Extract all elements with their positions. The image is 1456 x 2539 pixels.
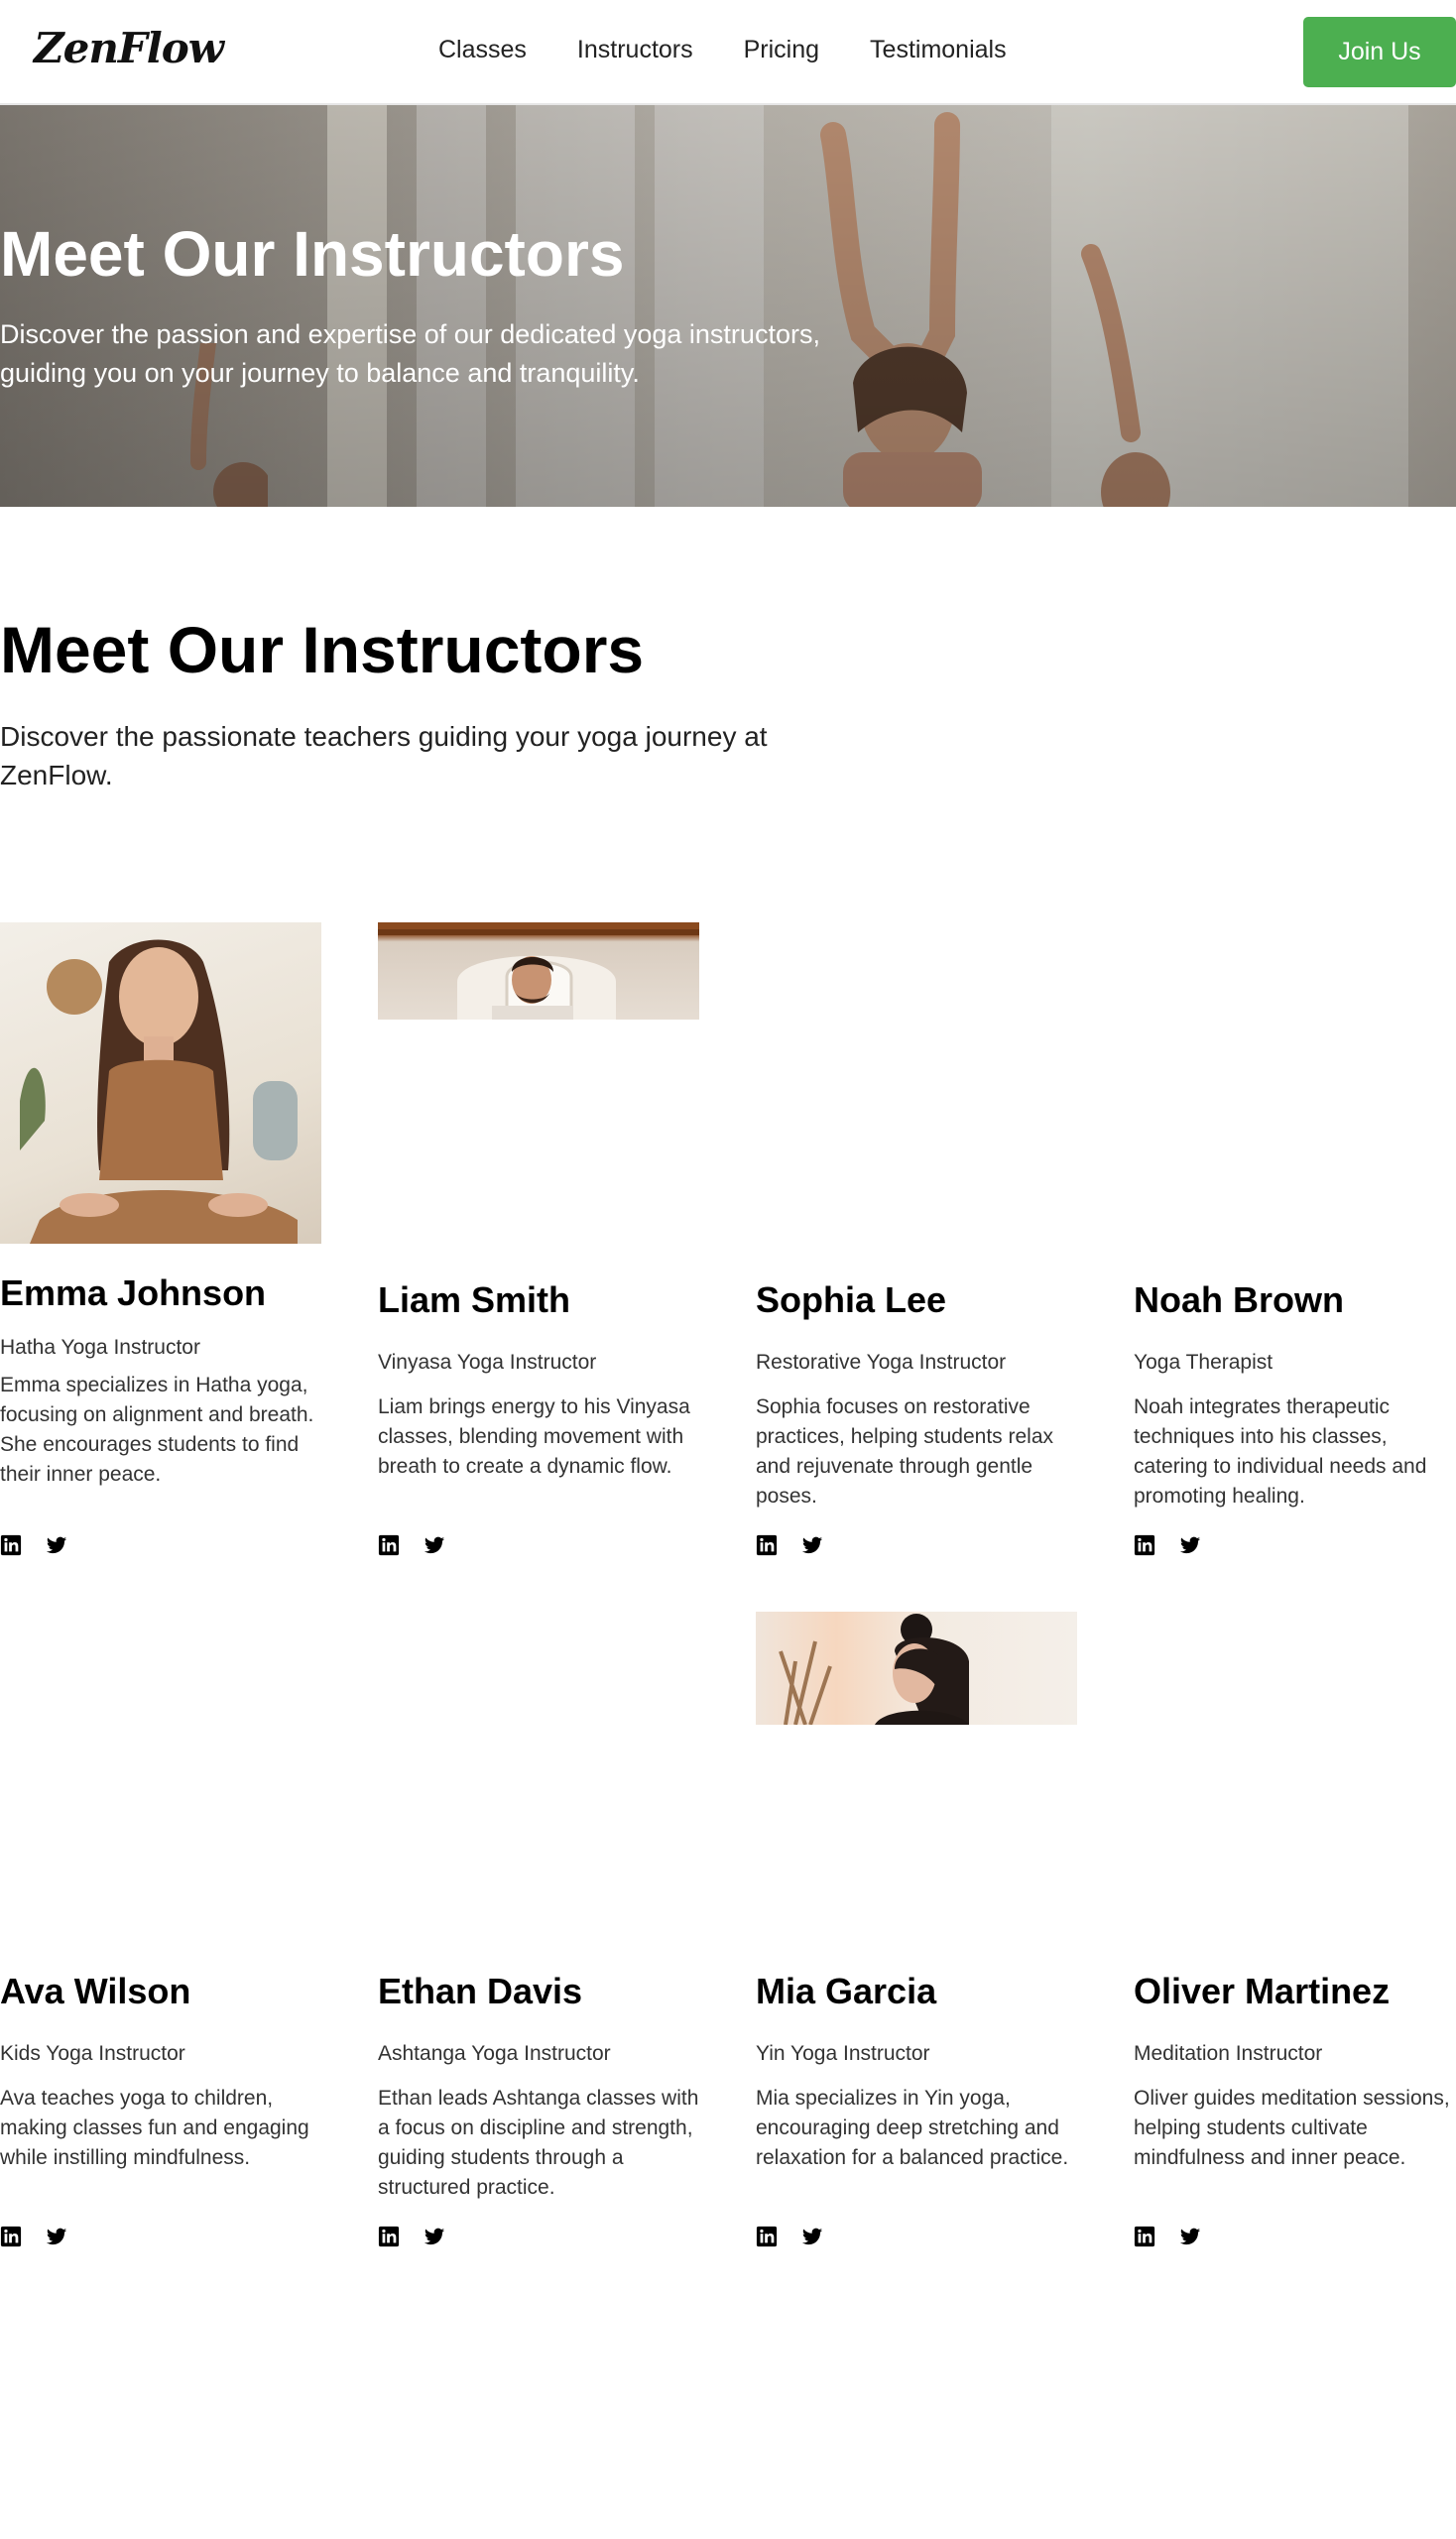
instructor-role: Hatha Yoga Instructor xyxy=(0,1336,200,1359)
social-links xyxy=(1134,2226,1225,2247)
nav-link-pricing[interactable]: Pricing xyxy=(744,36,819,64)
twitter-icon[interactable] xyxy=(801,1534,823,1556)
instructor-photo xyxy=(756,1612,1077,1725)
instructor-role: Yoga Therapist xyxy=(1134,1351,1274,1374)
instructor-role: Meditation Instructor xyxy=(1134,2042,1323,2065)
social-links xyxy=(378,1534,469,1556)
instructor-bio: Oliver guides meditation sessions, helpi… xyxy=(1134,2087,1450,2169)
linkedin-icon[interactable] xyxy=(378,1534,400,1556)
twitter-icon[interactable] xyxy=(801,2226,823,2247)
instructor-photo xyxy=(0,922,321,1244)
instructor-bio: Emma specializes in Hatha yoga, focusing… xyxy=(0,1374,314,1486)
social-links xyxy=(0,1534,91,1556)
instructor-name: Mia Garcia xyxy=(756,1971,937,2011)
instructor-role: Restorative Yoga Instructor xyxy=(756,1351,1007,1374)
social-links xyxy=(1134,1534,1225,1556)
section-title: Meet Our Instructors xyxy=(0,613,645,686)
nav-link-instructors[interactable]: Instructors xyxy=(577,36,693,64)
twitter-icon[interactable] xyxy=(1179,2226,1201,2247)
instructor-role: Ashtanga Yoga Instructor xyxy=(378,2042,611,2065)
section-subtitle: Discover the passionate teachers guiding… xyxy=(0,721,768,790)
instructor-role: Kids Yoga Instructor xyxy=(0,2042,185,2065)
instructor-bio: Ava teaches yoga to children, making cla… xyxy=(0,2087,309,2169)
instructor-name: Noah Brown xyxy=(1134,1279,1344,1320)
instructor-bio: Ethan leads Ashtanga classes with a focu… xyxy=(378,2087,699,2199)
social-links xyxy=(378,2226,469,2247)
nav-link-testimonials[interactable]: Testimonials xyxy=(870,36,1007,64)
linkedin-icon[interactable] xyxy=(0,1534,22,1556)
linkedin-icon[interactable] xyxy=(1134,2226,1155,2247)
twitter-icon[interactable] xyxy=(1179,1534,1201,1556)
twitter-icon[interactable] xyxy=(424,2226,445,2247)
hero-title: Meet Our Instructors xyxy=(0,218,625,290)
social-links xyxy=(756,2226,847,2247)
instructor-name: Oliver Martinez xyxy=(1134,1971,1391,2011)
instructor-name: Emma Johnson xyxy=(0,1272,267,1313)
instructor-name: Ethan Davis xyxy=(378,1971,583,2011)
instructor-role: Vinyasa Yoga Instructor xyxy=(378,1351,597,1374)
linkedin-icon[interactable] xyxy=(378,2226,400,2247)
instructor-bio: Sophia focuses on restorative practices,… xyxy=(756,1395,1053,1508)
instructor-bio: Noah integrates therapeutic techniques i… xyxy=(1134,1395,1427,1508)
linkedin-icon[interactable] xyxy=(756,2226,778,2247)
social-links xyxy=(756,1534,847,1556)
twitter-icon[interactable] xyxy=(46,1534,67,1556)
twitter-icon[interactable] xyxy=(46,2226,67,2247)
linkedin-icon[interactable] xyxy=(756,1534,778,1556)
instructor-bio: Mia specializes in Yin yoga, encouraging… xyxy=(756,2087,1069,2169)
main-nav: Classes Instructors Pricing Testimonials xyxy=(438,36,1057,64)
instructor-photo xyxy=(378,922,699,1020)
social-links xyxy=(0,2226,91,2247)
top-navbar: ZenFlow Classes Instructors Pricing Test… xyxy=(0,0,1456,105)
instructor-bio: Liam brings energy to his Vinyasa classe… xyxy=(378,1395,690,1478)
nav-link-classes[interactable]: Classes xyxy=(438,36,527,64)
instructor-name: Ava Wilson xyxy=(0,1971,191,2011)
linkedin-icon[interactable] xyxy=(0,2226,22,2247)
hero-banner: Meet Our Instructors Discover the passio… xyxy=(0,105,1456,507)
join-us-button[interactable]: Join Us xyxy=(1303,17,1456,87)
instructor-role: Yin Yoga Instructor xyxy=(756,2042,930,2065)
twitter-icon[interactable] xyxy=(424,1534,445,1556)
linkedin-icon[interactable] xyxy=(1134,1534,1155,1556)
instructor-name: Liam Smith xyxy=(378,1279,571,1320)
hero-subtitle: Discover the passion and expertise of ou… xyxy=(0,319,820,388)
brand-logo[interactable]: ZenFlow xyxy=(34,24,224,72)
instructor-name: Sophia Lee xyxy=(756,1279,947,1320)
